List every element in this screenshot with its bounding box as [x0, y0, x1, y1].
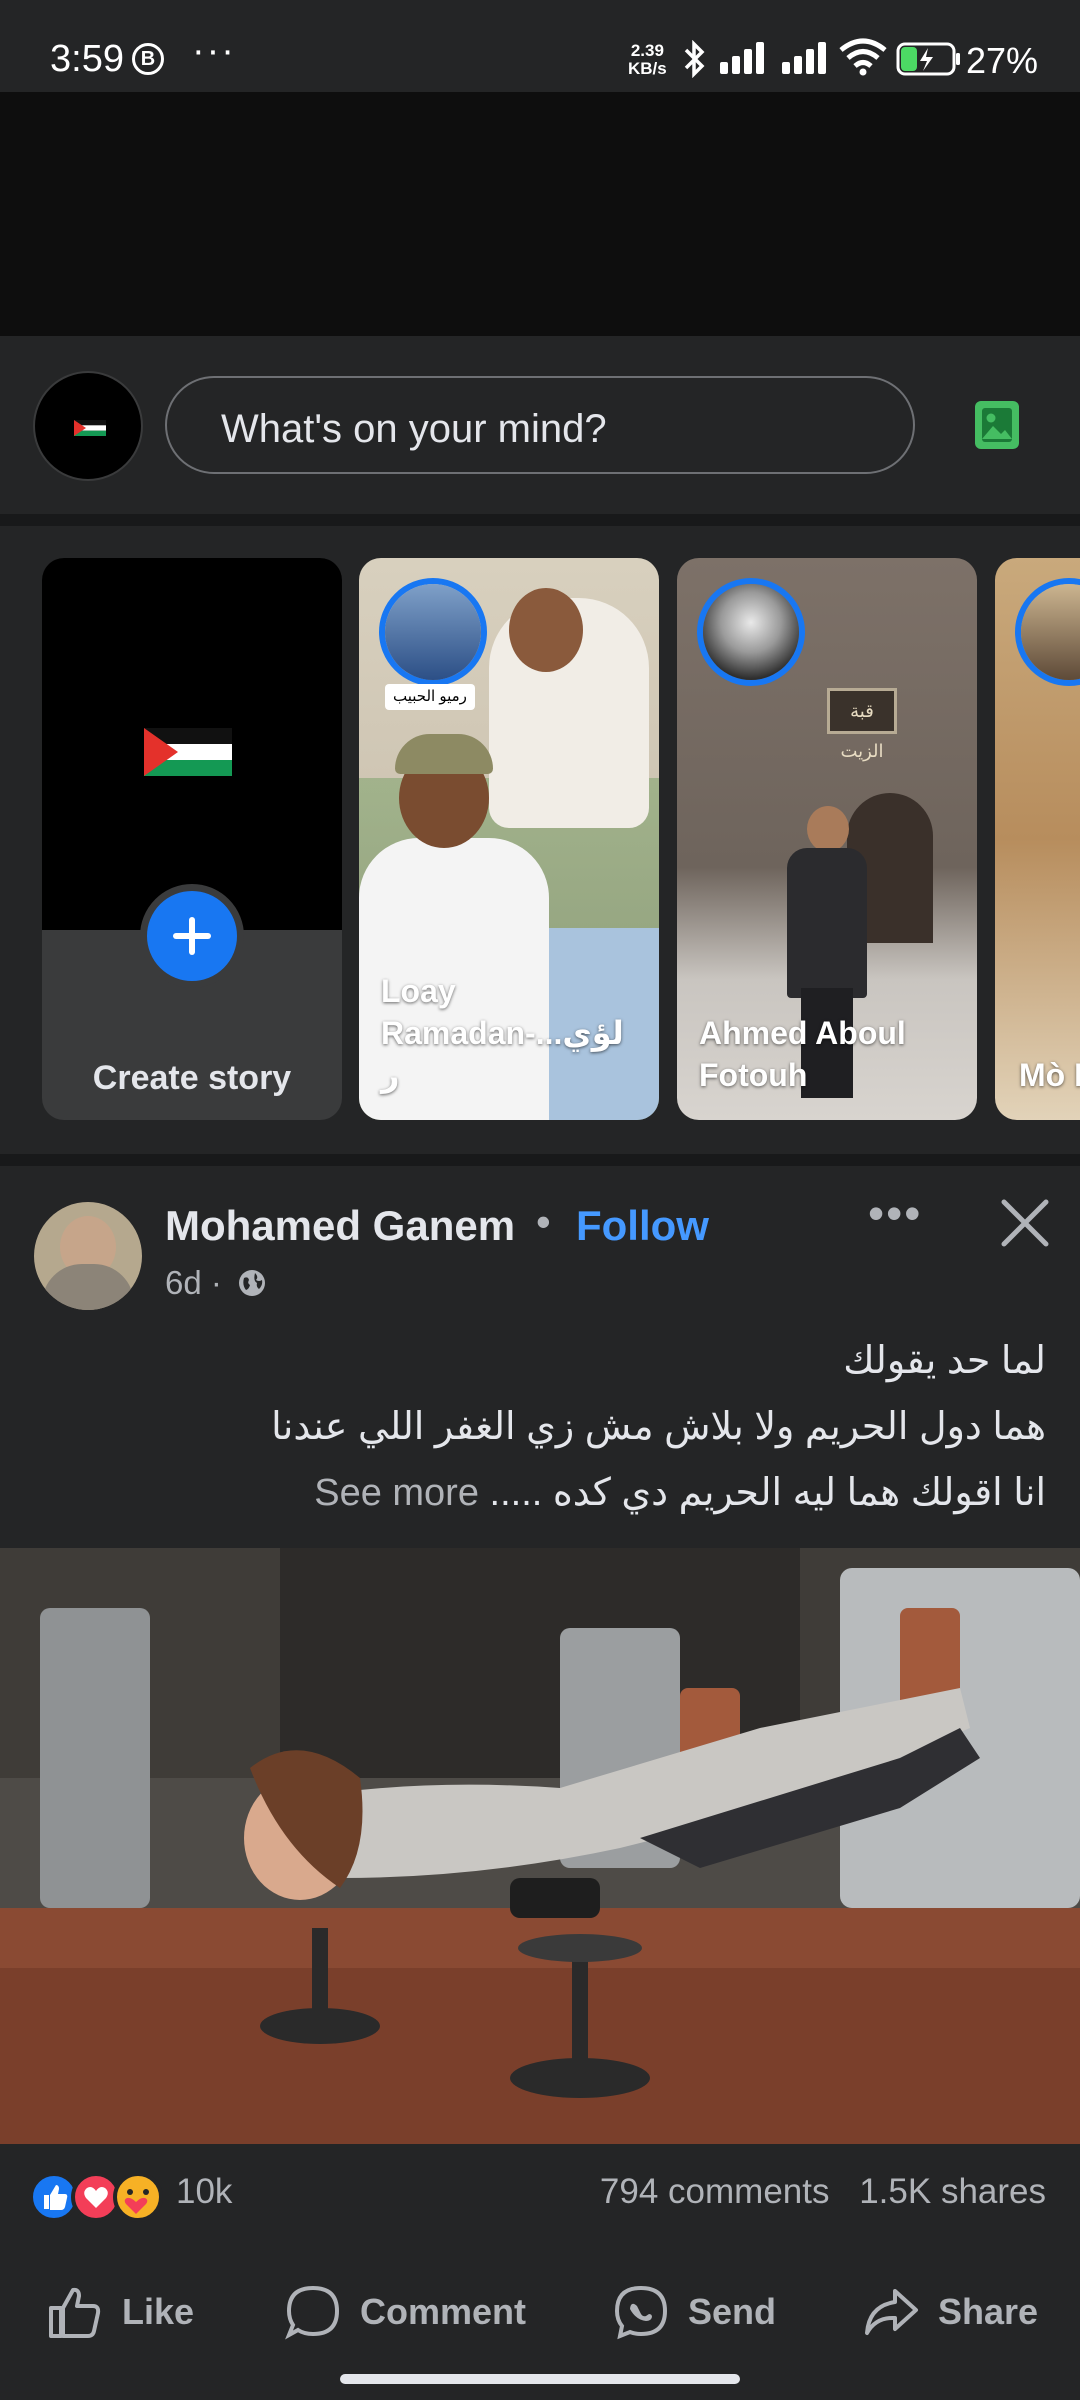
feed-post: Mohamed Ganem • Follow 6d · ••• لما حد ي… [0, 1166, 1080, 2400]
story-person-head [807, 806, 849, 852]
palestine-flag-icon [74, 420, 106, 436]
post-text-line-content: انا اقولك هما ليه الحريم دي كده ..... [478, 1472, 1046, 1514]
like-icon [29, 2172, 79, 2222]
comments-count[interactable]: 794 comments [600, 2172, 830, 2211]
status-overflow-icon: ··· [192, 30, 236, 72]
photo-icon[interactable] [973, 399, 1021, 451]
story-avatar [697, 578, 805, 686]
story-person-head [509, 588, 583, 672]
palestine-flag-icon [144, 728, 232, 776]
post-author-name[interactable]: Mohamed Ganem [165, 1202, 515, 1250]
home-indicator[interactable] [340, 2374, 740, 2384]
gym-photo [0, 1548, 1080, 2144]
status-time: 3:59 [50, 38, 124, 80]
story-avatar [1015, 578, 1080, 686]
signal-icon [782, 42, 826, 74]
reaction-icons[interactable] [29, 2170, 170, 2229]
network-speed: 2.39 KB/s [628, 42, 667, 78]
post-text-line: هما دول الحريم ولا بلاش مش زي الغفر اللي… [271, 1406, 1046, 1448]
post-actions-bar: Like Comment Send Share [0, 2252, 1080, 2372]
comment-label: Comment [360, 2291, 527, 2332]
story-card[interactable]: رميو الحبيب Loay Ramadan-...لؤي ر [359, 558, 659, 1120]
story-sign: قبة الزيت [827, 688, 897, 761]
battery-charging-icon [896, 42, 960, 76]
post-photo[interactable] [0, 1548, 1080, 2144]
signal-icon [720, 42, 764, 74]
post-time: 6d · [165, 1264, 222, 1301]
send-button[interactable]: Send [612, 2252, 776, 2372]
post-timestamp[interactable]: 6d · [165, 1264, 267, 1302]
story-cap [395, 734, 493, 774]
post-composer: What's on your mind? [0, 336, 1080, 514]
battery-percent: 27% [966, 40, 1039, 81]
network-speed-unit: KB/s [628, 59, 667, 78]
post-author-avatar[interactable] [34, 1202, 142, 1310]
composer-placeholder: What's on your mind? [221, 407, 607, 451]
plus-glyph [173, 917, 211, 955]
video-area [0, 92, 1080, 336]
messenger-icon [614, 2285, 668, 2340]
love-icon [71, 2172, 121, 2222]
story-name: Mò I [1019, 1057, 1080, 1093]
engagement-counts: 794 comments 1.5K shares [600, 2172, 1046, 2212]
story-card[interactable]: Mò I [995, 558, 1080, 1120]
wifi-icon [839, 38, 887, 76]
reaction-count[interactable]: 10k [176, 2172, 232, 2212]
bluetooth-icon [684, 40, 705, 78]
post-text: لما حد يقولك هما دول الحريم ولا بلاش مش … [26, 1328, 1046, 1526]
create-story-cover [42, 558, 342, 930]
story-person [787, 848, 867, 998]
story-name: Loay Ramadan-...لؤي ر [381, 973, 624, 1093]
share-label: Share [938, 2291, 1039, 2332]
like-button[interactable]: Like [46, 2252, 194, 2372]
network-speed-value: 2.39 [630, 41, 664, 60]
shares-count[interactable]: 1.5K shares [859, 2172, 1046, 2211]
more-horizontal-icon[interactable]: ••• [868, 1186, 922, 1240]
create-story-label: Create story [92, 1059, 292, 1097]
comment-icon [285, 2285, 340, 2340]
plus-icon[interactable] [140, 884, 244, 988]
close-icon[interactable] [998, 1196, 1052, 1250]
reaction-icons-group [29, 2172, 163, 2222]
story-name: Ahmed Aboul Fotouh [699, 1015, 906, 1093]
thumbs-up-icon [49, 2287, 101, 2338]
b-badge-icon: B [132, 43, 164, 75]
profile-avatar[interactable] [33, 371, 143, 481]
create-story-card[interactable]: Create story [42, 558, 342, 1120]
see-more-link[interactable]: See more [314, 1472, 479, 1514]
globe-icon [239, 1270, 266, 1296]
care-icon [113, 2172, 163, 2222]
stories-carousel[interactable]: Create story رميو الحبيب Loay Ramadan-..… [0, 526, 1080, 1154]
post-text-line: انا اقولك هما ليه الحريم دي كده ..... Se… [26, 1460, 1046, 1526]
whats-on-your-mind-input[interactable]: What's on your mind? [165, 376, 915, 474]
follow-button[interactable]: Follow [576, 1202, 709, 1250]
comment-button[interactable]: Comment [284, 2252, 526, 2372]
send-label: Send [688, 2291, 777, 2332]
share-icon [865, 2289, 918, 2335]
divider [0, 1154, 1080, 1166]
share-button[interactable]: Share [862, 2252, 1038, 2372]
status-bar: 3:59 B ··· 2.39 KB/s 27% [0, 0, 1080, 92]
divider [0, 514, 1080, 526]
story-avatar-caption: رميو الحبيب [385, 684, 475, 710]
like-label: Like [122, 2291, 195, 2332]
author-separator: • [536, 1198, 551, 1245]
story-card[interactable]: قبة الزيت Ahmed Aboul Fotouh [677, 558, 977, 1120]
post-text-line: لما حد يقولك [843, 1340, 1046, 1382]
story-avatar [379, 578, 487, 686]
